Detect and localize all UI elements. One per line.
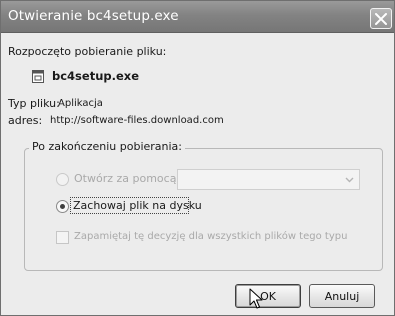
address-label: adres:: [8, 114, 43, 127]
application-file-icon: [32, 70, 44, 83]
window-title: Otwieranie bc4setup.exe: [8, 8, 179, 24]
cancel-button-label: Anuluj: [324, 289, 360, 303]
file-name: bc4setup.exe: [52, 69, 139, 83]
after-download-legend: Po zakończeniu pobierania:: [29, 140, 186, 153]
download-dialog: Otwieranie bc4setup.exe Rozpoczęto pobie…: [0, 0, 395, 316]
address-value: http://software-files.download.com: [50, 115, 224, 126]
open-with-radio[interactable]: [56, 173, 69, 186]
radio-selected-dot: [60, 204, 65, 209]
cancel-button[interactable]: Anuluj: [309, 284, 375, 308]
close-icon: [375, 12, 387, 25]
remember-decision-label: Zapamiętaj tę decyzję dla wszystkich pli…: [74, 231, 348, 242]
file-type-label: Typ pliku:: [8, 97, 60, 110]
save-to-disk-label[interactable]: Zachowaj plik na dysku: [73, 199, 202, 212]
close-button[interactable]: [370, 8, 392, 29]
ok-button[interactable]: OK: [235, 284, 301, 308]
save-to-disk-radio[interactable]: [56, 200, 69, 213]
open-with-select[interactable]: [177, 169, 360, 190]
download-intro-text: Rozpoczęto pobieranie pliku:: [8, 45, 167, 58]
file-type-value: Aplikacja: [58, 98, 103, 109]
remember-decision-checkbox[interactable]: [56, 231, 69, 244]
chevron-down-icon: [342, 172, 357, 187]
mouse-pointer-icon: [249, 288, 263, 309]
open-with-label: Otwórz za pomocą: [74, 172, 177, 185]
title-bar[interactable]: Otwieranie bc4setup.exe: [1, 1, 394, 33]
